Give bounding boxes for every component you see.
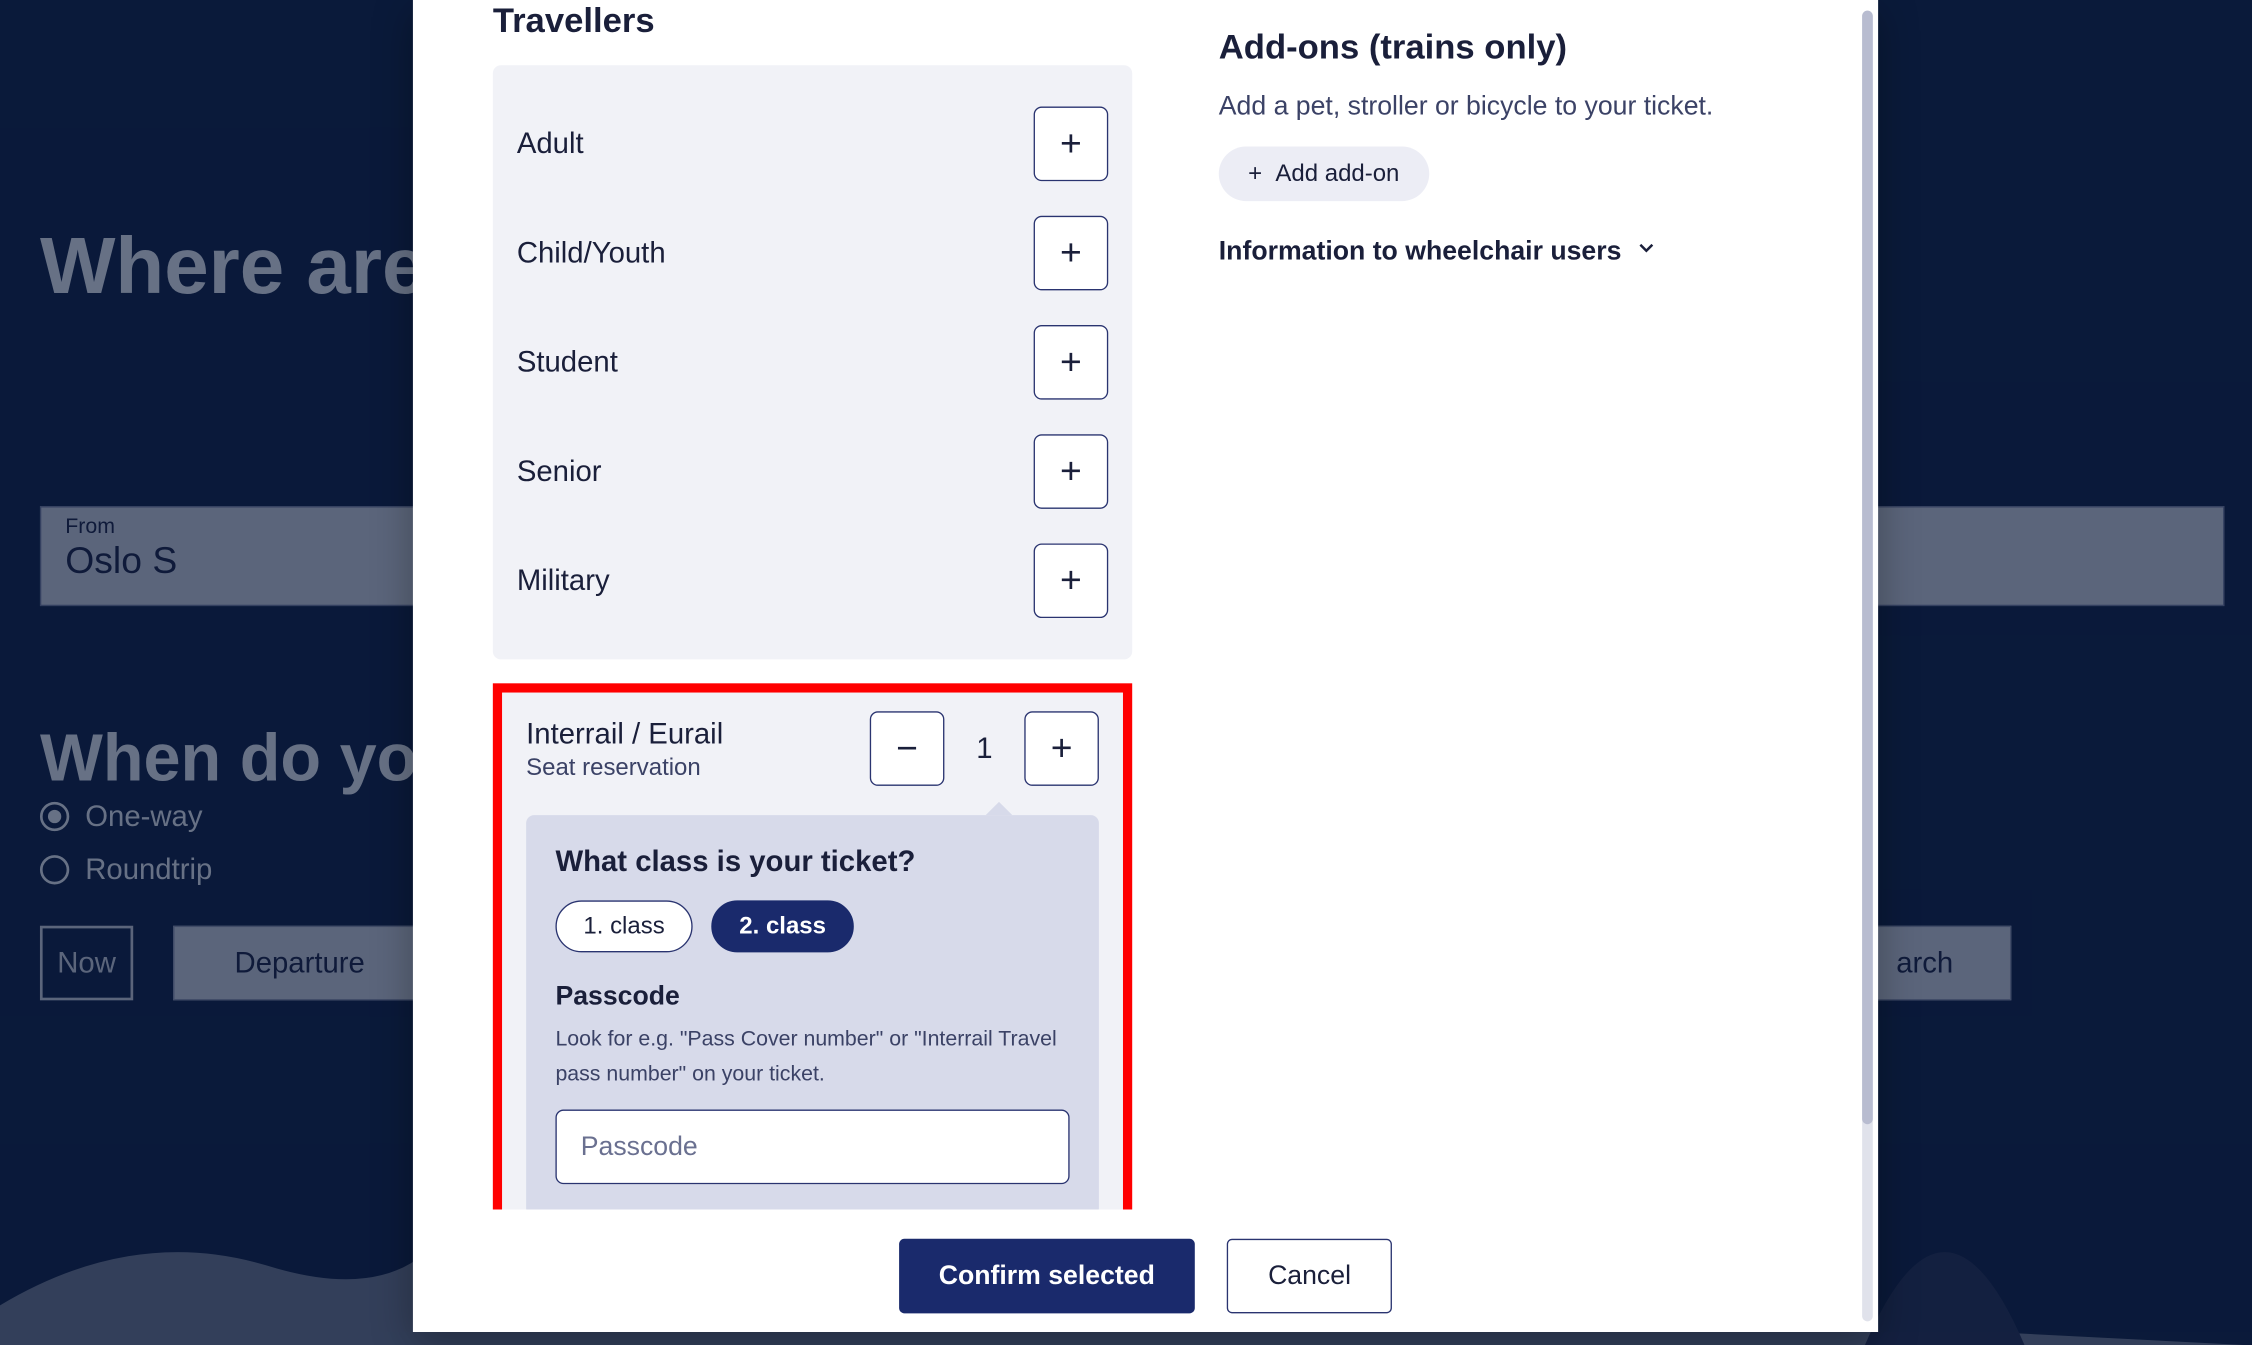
plus-icon: + <box>1248 160 1262 188</box>
addons-title: Add-ons (trains only) <box>1219 27 1832 68</box>
plus-icon: + <box>1060 232 1082 275</box>
add-military-button[interactable]: + <box>1034 543 1109 618</box>
add-addon-button[interactable]: + Add add-on <box>1219 147 1429 202</box>
traveller-label: Adult <box>517 127 584 162</box>
radio-one-way-label: One-way <box>85 799 202 834</box>
plus-icon: + <box>1051 727 1073 770</box>
traveller-row-child: Child/Youth + <box>517 198 1108 307</box>
passcode-help-text: Look for e.g. "Pass Cover number" or "In… <box>555 1023 1069 1091</box>
travellers-title: Travellers <box>493 0 1132 41</box>
cancel-button[interactable]: Cancel <box>1227 1239 1393 1314</box>
traveller-row-military: Military + <box>517 526 1108 635</box>
traveller-row-adult: Adult + <box>517 89 1108 198</box>
radio-one-way[interactable]: One-way <box>40 799 203 834</box>
radio-roundtrip-label: Roundtrip <box>85 852 212 887</box>
radio-selected-icon <box>40 802 69 831</box>
traveller-row-student: Student + <box>517 308 1108 417</box>
scrollbar-thumb[interactable] <box>1862 11 1873 1125</box>
add-senior-button[interactable]: + <box>1034 434 1109 509</box>
traveller-label: Senior <box>517 454 602 489</box>
chevron-down-icon <box>1635 236 1659 268</box>
modal-scrollbar[interactable] <box>1862 11 1873 1322</box>
wheelchair-info-label: Information to wheelchair users <box>1219 236 1622 267</box>
class-2-pill[interactable]: 2. class <box>711 900 854 952</box>
decrement-interrail-button[interactable]: − <box>870 711 945 786</box>
interrail-subtitle: Seat reservation <box>526 753 723 781</box>
modal-footer: Confirm selected Cancel <box>413 1209 1878 1332</box>
passcode-input[interactable] <box>555 1110 1069 1185</box>
addons-subtitle: Add a pet, stroller or bicycle to your t… <box>1219 92 1832 123</box>
traveller-label: Child/Youth <box>517 236 666 271</box>
plus-icon: + <box>1060 450 1082 493</box>
minus-icon: − <box>896 727 918 770</box>
now-button[interactable]: Now <box>40 926 133 1001</box>
plus-icon: + <box>1060 123 1082 166</box>
ticket-class-panel: What class is your ticket? 1. class 2. c… <box>526 815 1099 1209</box>
interrail-highlight-frame: Interrail / Eurail Seat reservation − 1 … <box>493 683 1132 1209</box>
plus-icon: + <box>1060 559 1082 602</box>
interrail-count: 1 <box>971 731 998 766</box>
interrail-title: Interrail / Eurail <box>526 716 723 751</box>
passcode-label: Passcode <box>555 982 1069 1013</box>
confirm-button[interactable]: Confirm selected <box>899 1239 1195 1314</box>
class-question: What class is your ticket? <box>555 844 1069 879</box>
traveller-row-senior: Senior + <box>517 417 1108 526</box>
traveller-label: Student <box>517 345 618 380</box>
traveller-types-block: Adult + Child/Youth + Student <box>493 65 1132 659</box>
traveller-label: Military <box>517 563 610 598</box>
add-student-button[interactable]: + <box>1034 325 1109 400</box>
radio-unselected-icon <box>40 855 69 884</box>
add-child-button[interactable]: + <box>1034 216 1109 291</box>
interrail-block: Interrail / Eurail Seat reservation − 1 … <box>502 693 1123 1210</box>
wheelchair-info-toggle[interactable]: Information to wheelchair users <box>1219 236 1832 268</box>
departure-button[interactable]: Departure <box>173 926 426 1001</box>
plus-icon: + <box>1060 341 1082 384</box>
add-adult-button[interactable]: + <box>1034 107 1109 182</box>
add-addon-label: Add add-on <box>1275 160 1399 188</box>
radio-roundtrip[interactable]: Roundtrip <box>40 852 212 887</box>
class-1-pill[interactable]: 1. class <box>555 900 692 952</box>
increment-interrail-button[interactable]: + <box>1024 711 1099 786</box>
traveller-modal: Travellers Adult + Child/Youth + <box>413 0 1878 1332</box>
